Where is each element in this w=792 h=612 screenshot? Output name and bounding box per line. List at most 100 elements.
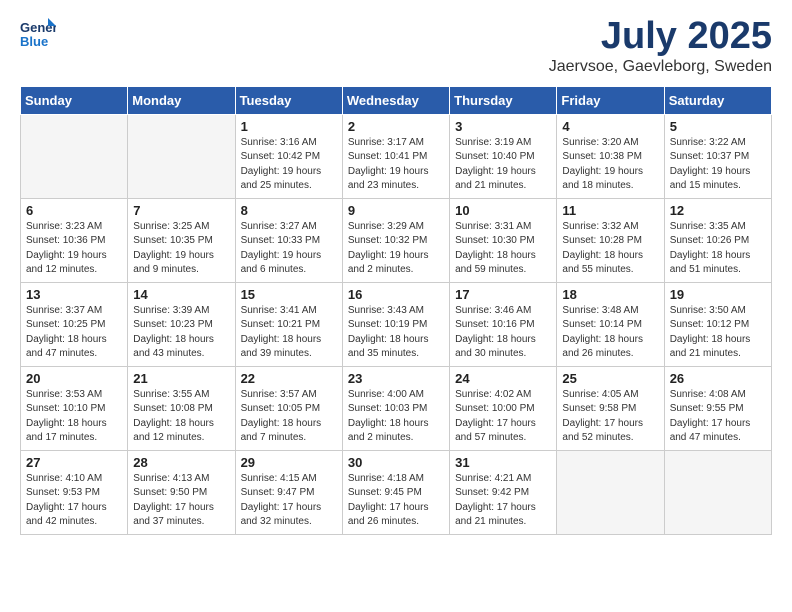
calendar-cell xyxy=(128,114,235,198)
calendar-cell: 19 Sunrise: 3:50 AM Sunset: 10:12 PM Dayl… xyxy=(664,282,771,366)
week-row-2: 6Sunrise: 3:23 AM Sunset: 10:36 PM Dayli… xyxy=(21,198,772,282)
weekday-header-monday: Monday xyxy=(128,86,235,114)
day-number: 9 xyxy=(348,203,444,218)
calendar-cell: 5 Sunrise: 3:22 AM Sunset: 10:37 PM Dayli… xyxy=(664,114,771,198)
day-info: Sunrise: 3:25 AM Sunset: 10:35 PM Daylig… xyxy=(133,220,229,278)
day-info: Sunrise: 3:27 AM Sunset: 10:33 PM Daylig… xyxy=(241,220,337,278)
calendar-cell: 26 Sunrise: 4:08 AM Sunset: 9:55 PM Dayli… xyxy=(664,366,771,450)
svg-text:Blue: Blue xyxy=(20,34,48,49)
day-number: 17 xyxy=(455,287,551,302)
calendar-cell: 3Sunrise: 3:19 AM Sunset: 10:40 PM Dayli… xyxy=(450,114,557,198)
day-number: 19 xyxy=(670,287,766,302)
calendar-cell: 1 Sunrise: 3:16 AM Sunset: 10:42 PM Dayli… xyxy=(235,114,342,198)
weekday-header-tuesday: Tuesday xyxy=(235,86,342,114)
day-info: Sunrise: 3:16 AM Sunset: 10:42 PM Daylig… xyxy=(241,136,337,194)
day-info: Sunrise: 3:55 AM Sunset: 10:08 PM Daylig… xyxy=(133,388,229,446)
logo-icon: General Blue xyxy=(20,16,56,52)
calendar-cell: 13Sunrise: 3:37 AM Sunset: 10:25 PM Dayl… xyxy=(21,282,128,366)
calendar-cell: 21 Sunrise: 3:55 AM Sunset: 10:08 PM Dayl… xyxy=(128,366,235,450)
day-info: Sunrise: 3:29 AM Sunset: 10:32 PM Daylig… xyxy=(348,220,444,278)
day-number: 22 xyxy=(241,371,337,386)
calendar-cell: 31 Sunrise: 4:21 AM Sunset: 9:42 PM Dayli… xyxy=(450,450,557,534)
day-number: 26 xyxy=(670,371,766,386)
day-info: Sunrise: 4:02 AM Sunset: 10:00 PM Daylig… xyxy=(455,388,551,446)
week-row-5: 27 Sunrise: 4:10 AM Sunset: 9:53 PM Dayli… xyxy=(21,450,772,534)
calendar-cell: 30 Sunrise: 4:18 AM Sunset: 9:45 PM Dayli… xyxy=(342,450,449,534)
weekday-header-row: SundayMondayTuesdayWednesdayThursdayFrid… xyxy=(21,86,772,114)
title-area: July 2025 Jaervsoe, Gaevleborg, Sweden xyxy=(549,16,772,76)
day-number: 11 xyxy=(562,203,658,218)
day-info: Sunrise: 3:35 AM Sunset: 10:26 PM Daylig… xyxy=(670,220,766,278)
day-info: Sunrise: 4:21 AM Sunset: 9:42 PM Dayligh… xyxy=(455,472,551,530)
week-row-4: 20 Sunrise: 3:53 AM Sunset: 10:10 PM Dayl… xyxy=(21,366,772,450)
day-info: Sunrise: 3:48 AM Sunset: 10:14 PM Daylig… xyxy=(562,304,658,362)
page: General Blue July 2025 Jaervsoe, Gaevleb… xyxy=(0,0,792,551)
day-info: Sunrise: 3:17 AM Sunset: 10:41 PM Daylig… xyxy=(348,136,444,194)
day-info: Sunrise: 4:15 AM Sunset: 9:47 PM Dayligh… xyxy=(241,472,337,530)
location: Jaervsoe, Gaevleborg, Sweden xyxy=(549,58,772,76)
week-row-3: 13Sunrise: 3:37 AM Sunset: 10:25 PM Dayl… xyxy=(21,282,772,366)
day-number: 28 xyxy=(133,455,229,470)
day-info: Sunrise: 3:39 AM Sunset: 10:23 PM Daylig… xyxy=(133,304,229,362)
day-number: 31 xyxy=(455,455,551,470)
day-number: 24 xyxy=(455,371,551,386)
day-info: Sunrise: 3:53 AM Sunset: 10:10 PM Daylig… xyxy=(26,388,122,446)
calendar-cell: 28 Sunrise: 4:13 AM Sunset: 9:50 PM Dayli… xyxy=(128,450,235,534)
weekday-header-friday: Friday xyxy=(557,86,664,114)
calendar-cell: 15Sunrise: 3:41 AM Sunset: 10:21 PM Dayl… xyxy=(235,282,342,366)
header: General Blue July 2025 Jaervsoe, Gaevleb… xyxy=(20,16,772,76)
day-number: 12 xyxy=(670,203,766,218)
weekday-header-wednesday: Wednesday xyxy=(342,86,449,114)
calendar-cell xyxy=(21,114,128,198)
calendar-cell: 25 Sunrise: 4:05 AM Sunset: 9:58 PM Dayli… xyxy=(557,366,664,450)
day-info: Sunrise: 3:50 AM Sunset: 10:12 PM Daylig… xyxy=(670,304,766,362)
day-info: Sunrise: 4:18 AM Sunset: 9:45 PM Dayligh… xyxy=(348,472,444,530)
calendar-cell: 24 Sunrise: 4:02 AM Sunset: 10:00 PM Dayl… xyxy=(450,366,557,450)
day-number: 7 xyxy=(133,203,229,218)
day-number: 18 xyxy=(562,287,658,302)
day-info: Sunrise: 3:37 AM Sunset: 10:25 PM Daylig… xyxy=(26,304,122,362)
day-number: 15 xyxy=(241,287,337,302)
weekday-header-sunday: Sunday xyxy=(21,86,128,114)
calendar-table: SundayMondayTuesdayWednesdayThursdayFrid… xyxy=(20,86,772,535)
day-info: Sunrise: 3:43 AM Sunset: 10:19 PM Daylig… xyxy=(348,304,444,362)
day-number: 20 xyxy=(26,371,122,386)
day-number: 1 xyxy=(241,119,337,134)
calendar-cell: 11 Sunrise: 3:32 AM Sunset: 10:28 PM Dayl… xyxy=(557,198,664,282)
day-info: Sunrise: 3:22 AM Sunset: 10:37 PM Daylig… xyxy=(670,136,766,194)
day-info: Sunrise: 3:32 AM Sunset: 10:28 PM Daylig… xyxy=(562,220,658,278)
calendar-cell: 7 Sunrise: 3:25 AM Sunset: 10:35 PM Dayli… xyxy=(128,198,235,282)
day-number: 8 xyxy=(241,203,337,218)
logo: General Blue xyxy=(20,16,60,52)
calendar-cell: 17Sunrise: 3:46 AM Sunset: 10:16 PM Dayl… xyxy=(450,282,557,366)
day-number: 23 xyxy=(348,371,444,386)
day-number: 27 xyxy=(26,455,122,470)
calendar-cell: 9 Sunrise: 3:29 AM Sunset: 10:32 PM Dayli… xyxy=(342,198,449,282)
day-info: Sunrise: 4:13 AM Sunset: 9:50 PM Dayligh… xyxy=(133,472,229,530)
day-number: 16 xyxy=(348,287,444,302)
day-info: Sunrise: 3:19 AM Sunset: 10:40 PM Daylig… xyxy=(455,136,551,194)
calendar-cell: 2 Sunrise: 3:17 AM Sunset: 10:41 PM Dayli… xyxy=(342,114,449,198)
day-number: 10 xyxy=(455,203,551,218)
day-number: 6 xyxy=(26,203,122,218)
calendar-cell: 22 Sunrise: 3:57 AM Sunset: 10:05 PM Dayl… xyxy=(235,366,342,450)
calendar-cell: 23Sunrise: 4:00 AM Sunset: 10:03 PM Dayl… xyxy=(342,366,449,450)
day-info: Sunrise: 4:08 AM Sunset: 9:55 PM Dayligh… xyxy=(670,388,766,446)
day-info: Sunrise: 4:10 AM Sunset: 9:53 PM Dayligh… xyxy=(26,472,122,530)
calendar-cell xyxy=(557,450,664,534)
day-info: Sunrise: 3:31 AM Sunset: 10:30 PM Daylig… xyxy=(455,220,551,278)
day-number: 30 xyxy=(348,455,444,470)
day-info: Sunrise: 3:57 AM Sunset: 10:05 PM Daylig… xyxy=(241,388,337,446)
day-number: 21 xyxy=(133,371,229,386)
day-info: Sunrise: 3:20 AM Sunset: 10:38 PM Daylig… xyxy=(562,136,658,194)
calendar-cell: 18 Sunrise: 3:48 AM Sunset: 10:14 PM Dayl… xyxy=(557,282,664,366)
calendar-cell xyxy=(664,450,771,534)
month-title: July 2025 xyxy=(549,16,772,58)
day-number: 25 xyxy=(562,371,658,386)
day-number: 5 xyxy=(670,119,766,134)
calendar-cell: 16 Sunrise: 3:43 AM Sunset: 10:19 PM Dayl… xyxy=(342,282,449,366)
day-info: Sunrise: 4:05 AM Sunset: 9:58 PM Dayligh… xyxy=(562,388,658,446)
week-row-1: 1 Sunrise: 3:16 AM Sunset: 10:42 PM Dayli… xyxy=(21,114,772,198)
calendar-cell: 12 Sunrise: 3:35 AM Sunset: 10:26 PM Dayl… xyxy=(664,198,771,282)
day-number: 2 xyxy=(348,119,444,134)
